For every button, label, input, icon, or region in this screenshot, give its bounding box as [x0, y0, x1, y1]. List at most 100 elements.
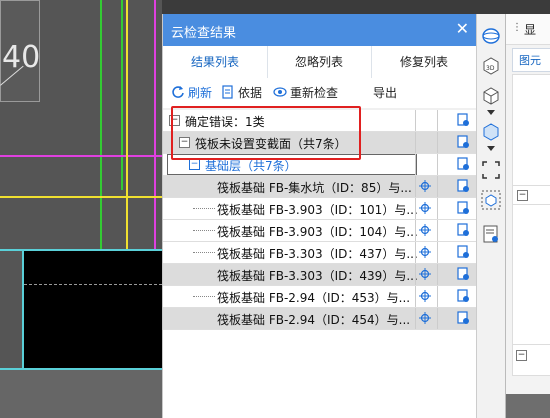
tree-item-label: 筏板基础 FB-3.903（ID：101）与... [217, 203, 418, 217]
export-button[interactable]: 导出 [373, 84, 397, 102]
locate-cell [415, 264, 434, 285]
chevron-down-icon[interactable] [481, 144, 501, 154]
view-toolbar: 3D [476, 14, 505, 418]
properties-header: ⋮ 显 [506, 14, 550, 45]
basis-label: 依据 [238, 86, 263, 100]
collapse-icon[interactable]: − [516, 350, 527, 361]
fix-cell [437, 198, 478, 219]
fix-cell [437, 264, 478, 285]
eye-icon [273, 87, 287, 97]
refresh-button[interactable]: 刷新 [171, 84, 212, 102]
cloud-check-panel: 云检查结果 ✕ 结果列表 忽略列表 修复列表 刷新 依据 重新检查 导出 − 确… [162, 14, 477, 418]
canvas-dashed-line [24, 284, 162, 285]
fix-document-icon[interactable] [457, 223, 470, 237]
fit-view-icon[interactable] [481, 160, 501, 180]
crosshair-icon[interactable] [419, 312, 431, 324]
fix-document-icon[interactable] [457, 311, 470, 325]
properties-panel: ⋮ 显 图元 − − [505, 14, 550, 418]
tree-connector [193, 296, 215, 297]
fix-cell [437, 110, 478, 131]
tree-item-label: 筏板基础 FB-集水坑（ID：85）与... [217, 181, 412, 195]
fix-cell [437, 132, 478, 153]
basis-button[interactable]: 依据 [221, 84, 262, 102]
fix-document-icon[interactable] [457, 157, 470, 171]
locate-cell [415, 220, 434, 241]
collapse-icon[interactable]: − [517, 190, 528, 201]
sphere-icon[interactable] [481, 26, 501, 46]
locate-cell [415, 110, 434, 131]
canvas-black-region [24, 251, 162, 368]
crosshair-icon[interactable] [419, 180, 431, 192]
fix-document-icon[interactable] [457, 289, 470, 303]
tree-item-row[interactable]: 筏板基础 FB-2.94（ID：454）与... [163, 308, 477, 330]
fix-document-icon[interactable] [457, 245, 470, 259]
locate-cell [415, 242, 434, 263]
recheck-label: 重新检查 [290, 86, 339, 100]
report-view-icon[interactable] [481, 224, 501, 244]
tree-item-label: 筏板基础 FB-2.94（ID：453）与... [217, 291, 411, 305]
refresh-label: 刷新 [188, 86, 213, 100]
tree-item-label: 筏板基础 FB-3.303（ID：439）与... [217, 269, 418, 283]
crosshair-icon[interactable] [419, 224, 431, 236]
tab-ignore-list[interactable]: 忽略列表 [267, 46, 372, 78]
close-icon[interactable]: ✕ [456, 19, 469, 38]
properties-tab[interactable]: 图元 [512, 48, 550, 72]
solid-cube-icon[interactable] [481, 122, 501, 142]
panel-toolbar: 刷新 依据 重新检查 导出 [163, 78, 477, 108]
tree-item-row[interactable]: 筏板基础 FB-集水坑（ID：85）与... [163, 176, 477, 198]
crosshair-icon[interactable] [419, 268, 431, 280]
fix-document-icon[interactable] [457, 267, 470, 281]
3d-view-icon[interactable]: 3D [481, 56, 501, 76]
tree-item-row[interactable]: 筏板基础 FB-2.94（ID：453）与... [163, 286, 477, 308]
tree-connector [193, 230, 215, 231]
tree-item-row[interactable]: 筏板基础 FB-3.303（ID：439）与... [163, 264, 477, 286]
tab-fix-list[interactable]: 修复列表 [371, 46, 477, 78]
fix-document-icon[interactable] [457, 135, 470, 149]
collapse-icon[interactable]: − [189, 159, 200, 170]
crosshair-icon[interactable] [419, 290, 431, 302]
locate-cell [415, 176, 434, 197]
tree-item-row[interactable]: 筏板基础 FB-3.303（ID：437）与... [163, 242, 477, 264]
recheck-button[interactable]: 重新检查 [273, 84, 338, 102]
document-icon [222, 85, 233, 99]
locate-cell [415, 286, 434, 307]
tree-item-row[interactable]: 筏板基础 FB-3.903（ID：101）与... [163, 198, 477, 220]
canvas-magenta-line [154, 0, 156, 250]
properties-row: − [512, 344, 550, 365]
cad-canvas[interactable]: 40 [0, 0, 162, 418]
canvas-green-line [121, 0, 123, 190]
canvas-yellow-line [0, 196, 162, 198]
result-tabs: 结果列表 忽略列表 修复列表 [163, 46, 477, 79]
properties-tab-label: 图元 [519, 54, 541, 67]
grip-icon: ⋮ [512, 22, 522, 33]
fix-cell [437, 242, 478, 263]
fix-cell [437, 154, 478, 175]
crosshair-icon[interactable] [419, 202, 431, 214]
tab-result-list[interactable]: 结果列表 [163, 46, 268, 78]
locate-cell [415, 308, 434, 329]
tree-item-row[interactable]: 筏板基础 FB-3.903（ID：104）与... [163, 220, 477, 242]
locate-cell [415, 132, 434, 153]
tree-item-label: 筏板基础 FB-2.94（ID：454）与... [217, 313, 411, 327]
panel-title-bar[interactable]: 云检查结果 ✕ [163, 14, 477, 46]
canvas-yellow-line [126, 0, 128, 250]
locate-cell [415, 198, 434, 219]
tree-item-label: 筏板基础 FB-3.303（ID：437）与... [217, 247, 418, 261]
model-select-icon[interactable] [481, 190, 501, 210]
chevron-down-icon[interactable] [481, 108, 501, 118]
properties-row: − [513, 185, 550, 205]
svg-text:3D: 3D [486, 65, 495, 72]
fix-document-icon[interactable] [457, 179, 470, 193]
refresh-icon [172, 86, 184, 98]
fix-document-icon[interactable] [457, 201, 470, 215]
fix-document-icon[interactable] [457, 113, 470, 127]
fix-cell [437, 220, 478, 241]
cube-icon[interactable] [481, 86, 501, 106]
canvas-magenta-line [0, 155, 162, 157]
properties-title: 显 [524, 23, 537, 37]
crosshair-icon[interactable] [419, 246, 431, 258]
properties-footer [506, 394, 550, 418]
fix-cell [437, 308, 478, 329]
canvas-lower-region [0, 370, 162, 418]
tree-item-label: 筏板基础 FB-3.903（ID：104）与... [217, 225, 418, 239]
